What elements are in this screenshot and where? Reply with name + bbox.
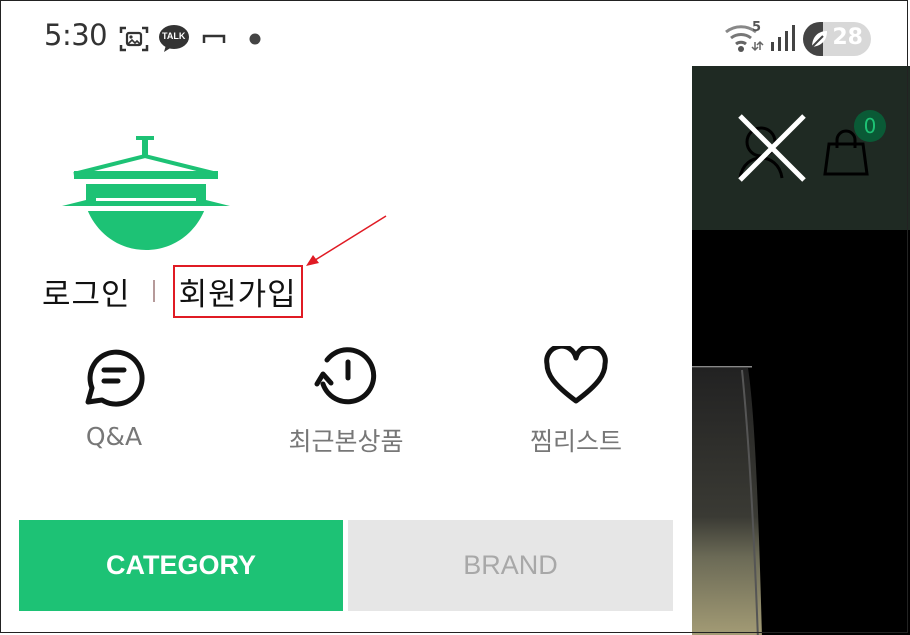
wifi-icon: 5 (724, 20, 764, 54)
leaf-icon (811, 31, 827, 48)
auth-separator (152, 280, 155, 302)
battery-indicator: 28 (803, 22, 871, 56)
logo-pot-icon (62, 136, 230, 250)
auth-links: 로그인 회원가입 (42, 264, 303, 318)
screenshot-icon (119, 26, 149, 52)
background-page: 0 (692, 66, 910, 635)
quick-link-label: Q&A (85, 422, 143, 451)
quick-link-label: 찜리스트 (529, 427, 622, 456)
dot-icon (249, 33, 261, 45)
tab-brand[interactable]: BRAND (348, 520, 673, 611)
quick-link-wishlist[interactable]: 찜리스트 (476, 344, 676, 458)
history-icon (314, 347, 377, 405)
quick-link-qna[interactable]: Q&A (14, 344, 214, 451)
heart-icon (544, 346, 608, 404)
login-link[interactable]: 로그인 (42, 269, 131, 314)
signal-icon (771, 25, 795, 51)
wifi-band-label: 5 (752, 20, 762, 35)
chat-icon (85, 349, 145, 407)
signup-link[interactable]: 회원가입 (179, 277, 297, 313)
signup-highlight-box: 회원가입 (172, 264, 303, 318)
status-bar: 5:30 TALK 5 28 (0, 0, 910, 66)
close-icon[interactable] (736, 112, 808, 184)
status-time: 5:30 (44, 18, 108, 52)
quick-link-recent[interactable]: 최근본상품 (246, 344, 446, 458)
cart-count: 0 (863, 114, 877, 138)
tab-category[interactable]: CATEGORY (19, 520, 343, 611)
glass-image (692, 366, 762, 635)
cart-badge: 0 (854, 110, 886, 142)
quick-link-label: 최근본상품 (288, 427, 404, 456)
annotation-arrow (306, 215, 387, 266)
kakaotalk-badge-text: TALK (162, 31, 186, 41)
minus-icon (202, 34, 226, 43)
side-drawer: 로그인 회원가입 Q&A 최근본상품 찜리스트 CATEGORY BRAND (0, 66, 692, 635)
background-header: 0 (692, 66, 910, 230)
battery-level: 28 (832, 25, 863, 50)
kakaotalk-icon: TALK (158, 24, 190, 52)
